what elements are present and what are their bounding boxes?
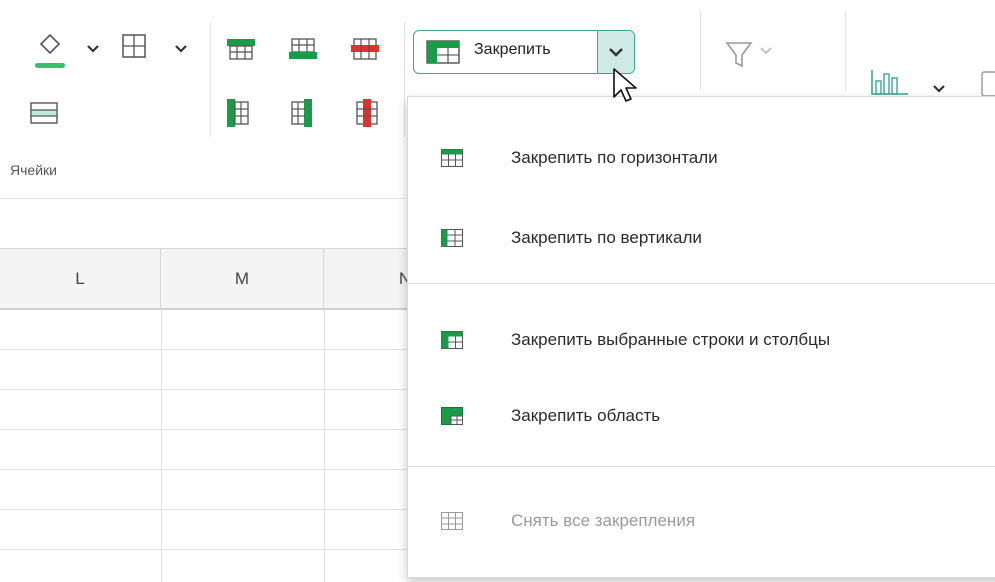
insert-columns-icon[interactable] (288, 38, 318, 60)
menu-item-label: Закрепить по вертикали (511, 228, 702, 247)
chevron-down-icon[interactable] (933, 84, 945, 94)
freeze-area-icon (441, 407, 463, 425)
freeze-vertical-icon (441, 229, 463, 247)
menu-item-label: Закрепить выбранные строки и столбцы (511, 330, 831, 349)
menu-item-label: Закрепить область (511, 406, 661, 425)
fill-color-icon (35, 33, 65, 68)
cell-format-icon[interactable] (30, 102, 58, 124)
column-delete-icon[interactable] (355, 98, 379, 128)
menu-item-label: Снять все закрепления (511, 511, 696, 530)
filter-icon[interactable] (724, 40, 754, 70)
chevron-down-icon (609, 48, 623, 57)
insert-rows-icon[interactable] (226, 38, 256, 60)
ribbon-divider (700, 10, 701, 90)
chevron-down-icon[interactable] (760, 46, 772, 55)
menu-item-freeze-vertical[interactable]: Закрепить по вертикали (408, 208, 995, 268)
group-label-cells: Ячейки (10, 162, 57, 178)
menu-item-freeze-area[interactable]: Закрепить область (408, 386, 995, 446)
fill-color-button[interactable] (30, 28, 70, 72)
mouse-cursor-icon (613, 68, 637, 102)
freeze-button-label: Закрепить (474, 41, 551, 58)
row-divider (0, 389, 410, 390)
column-header-m[interactable]: M (161, 249, 324, 309)
menu-item-freeze-rows-columns[interactable]: Закрепить выбранные строки и столбцы (408, 310, 995, 370)
chevron-down-icon[interactable] (87, 44, 99, 54)
column-left-icon[interactable] (290, 98, 314, 128)
freeze-rows-columns-icon (441, 331, 463, 349)
menu-item-label: Закрепить по горизонтали (511, 148, 718, 167)
row-divider (0, 549, 410, 550)
ribbon-divider (845, 10, 846, 90)
chevron-down-icon[interactable] (175, 44, 187, 54)
menu-separator (408, 283, 995, 284)
column-divider (324, 310, 325, 582)
row-divider (0, 429, 410, 430)
freeze-icon (426, 40, 460, 64)
menu-item-freeze-horizontal[interactable]: Закрепить по горизонтали (408, 128, 995, 188)
row-divider (0, 509, 410, 510)
unfreeze-icon (441, 512, 463, 530)
column-header-l[interactable]: L (0, 249, 161, 309)
freeze-horizontal-icon (441, 149, 463, 167)
ribbon-divider (404, 22, 405, 137)
ribbon-divider (210, 22, 211, 137)
row-divider (0, 469, 410, 470)
freeze-dropdown-menu: Закрепить по горизонтали Закрепить по ве… (407, 96, 995, 578)
insert-cells-icon[interactable] (226, 98, 250, 128)
cell-grid[interactable] (0, 310, 410, 582)
row-divider (0, 349, 410, 350)
sparkline-icon[interactable] (978, 70, 995, 98)
chart-icon[interactable] (870, 68, 910, 96)
column-divider (161, 310, 162, 582)
menu-item-unfreeze-all: Снять все закрепления (408, 491, 995, 551)
borders-icon[interactable] (122, 34, 146, 58)
menu-separator (408, 466, 995, 467)
delete-rows-icon[interactable] (350, 38, 380, 60)
